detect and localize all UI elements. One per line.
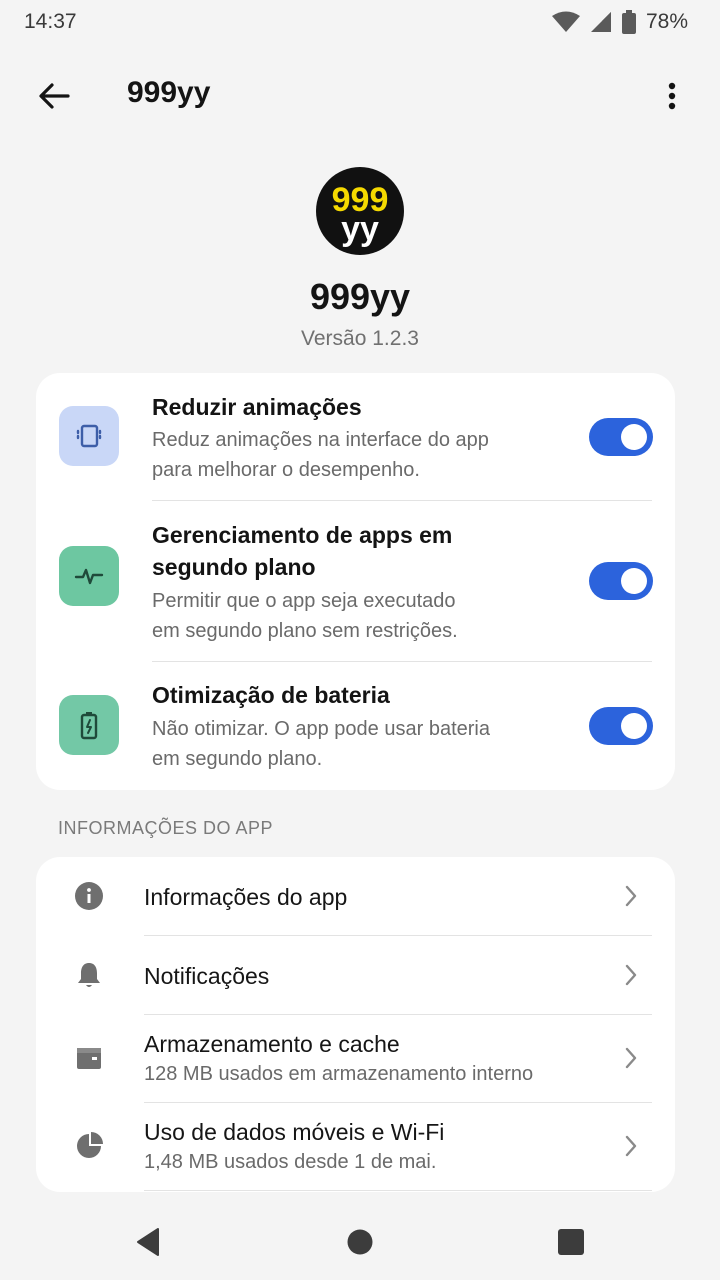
app-logo: 999 yy [316, 167, 404, 255]
more-options-button[interactable] [650, 74, 694, 118]
square-recents-icon [558, 1229, 584, 1255]
status-bar: 14:37 78% [0, 0, 720, 44]
system-nav-bar [0, 1200, 720, 1280]
chevron-right-icon [621, 1044, 641, 1072]
nav-recents-button[interactable] [551, 1222, 591, 1262]
list-item-app-info[interactable]: Informações do app [36, 857, 675, 935]
toggle-title-line2: segundo plano [152, 554, 316, 580]
triangle-back-icon [137, 1228, 159, 1256]
section-header: INFORMAÇÕES DO APP [58, 818, 274, 838]
storage-icon [72, 1041, 106, 1075]
activity-pulse-icon [59, 546, 119, 606]
battery-percent: 78% [645, 10, 688, 33]
list-item-title: Armazenamento e cache [144, 1031, 400, 1057]
arrow-back-icon [39, 83, 70, 109]
toggle-row-battery-optimization[interactable]: Otimização de bateria Não otimizar. O ap… [36, 661, 675, 790]
battery-icon [621, 10, 636, 34]
app-bar-title: 999yy [127, 76, 211, 109]
app-version: Versão 1.2.3 [301, 327, 419, 350]
list-item-subtitle: 128 MB usados em armazenamento interno [144, 1063, 534, 1085]
divider [144, 1190, 652, 1191]
data-usage-pie-icon [72, 1129, 106, 1163]
more-vert-icon [668, 82, 676, 110]
toggles-card: Reduzir animações Reduz animações na int… [36, 373, 675, 790]
screen-vibrate-icon [59, 406, 119, 466]
bell-icon [72, 958, 106, 992]
status-icons: 78% [551, 10, 688, 34]
list-item-title: Notificações [144, 963, 270, 989]
reduce-animations-switch[interactable] [589, 418, 653, 456]
nav-back-button[interactable] [128, 1222, 168, 1262]
list-item-title: Uso de dados móveis e Wi-Fi [144, 1119, 445, 1145]
toggle-desc-line1: Não otimizar. O app pode usar bateria [152, 718, 490, 740]
background-management-switch[interactable] [589, 562, 653, 600]
back-button[interactable] [32, 74, 76, 118]
switch-knob [621, 568, 647, 594]
list-item-notifications[interactable]: Notificações [36, 936, 675, 1014]
list-item-data-usage[interactable]: Uso de dados móveis e Wi-Fi 1,48 MB usad… [36, 1103, 675, 1190]
toggle-desc-line1: Permitir que o app seja executado [152, 590, 456, 612]
switch-knob [621, 713, 647, 739]
chevron-right-icon [621, 882, 641, 910]
chevron-right-icon [621, 1132, 641, 1160]
status-time: 14:37 [24, 10, 77, 33]
cell-signal-icon [590, 11, 612, 33]
toggle-desc-line1: Reduz animações na interface do app [152, 429, 489, 451]
list-item-title: Informações do app [144, 884, 348, 910]
battery-optimization-switch[interactable] [589, 707, 653, 745]
toggle-title: Reduzir animações [152, 394, 362, 420]
toggle-desc-line2: em segundo plano. [152, 748, 323, 770]
list-item-storage[interactable]: Armazenamento e cache 128 MB usados em a… [36, 1015, 675, 1102]
info-icon [72, 879, 106, 913]
toggle-row-reduce-animations[interactable]: Reduzir animações Reduz animações na int… [36, 373, 675, 501]
app-bar: 999yy [0, 58, 720, 130]
toggle-title-line1: Gerenciamento de apps em [152, 522, 453, 548]
nav-home-button[interactable] [340, 1222, 380, 1262]
wifi-icon [551, 11, 580, 33]
battery-charging-icon [59, 695, 119, 755]
chevron-right-icon [621, 961, 641, 989]
toggle-row-background-management[interactable]: Gerenciamento de apps em segundo plano P… [36, 501, 675, 661]
list-item-subtitle: 1,48 MB usados desde 1 de mai. [144, 1151, 437, 1173]
logo-text-bottom: yy [341, 210, 379, 248]
app-info-card: Informações do app Notificações Armazena… [36, 857, 675, 1192]
app-name: 999yy [309, 276, 411, 317]
toggle-desc-line2: em segundo plano sem restrições. [152, 620, 458, 642]
circle-home-icon [347, 1229, 373, 1255]
switch-knob [621, 424, 647, 450]
toggle-desc-line2: para melhorar o desempenho. [152, 459, 420, 481]
toggle-title: Otimização de bateria [152, 682, 390, 708]
